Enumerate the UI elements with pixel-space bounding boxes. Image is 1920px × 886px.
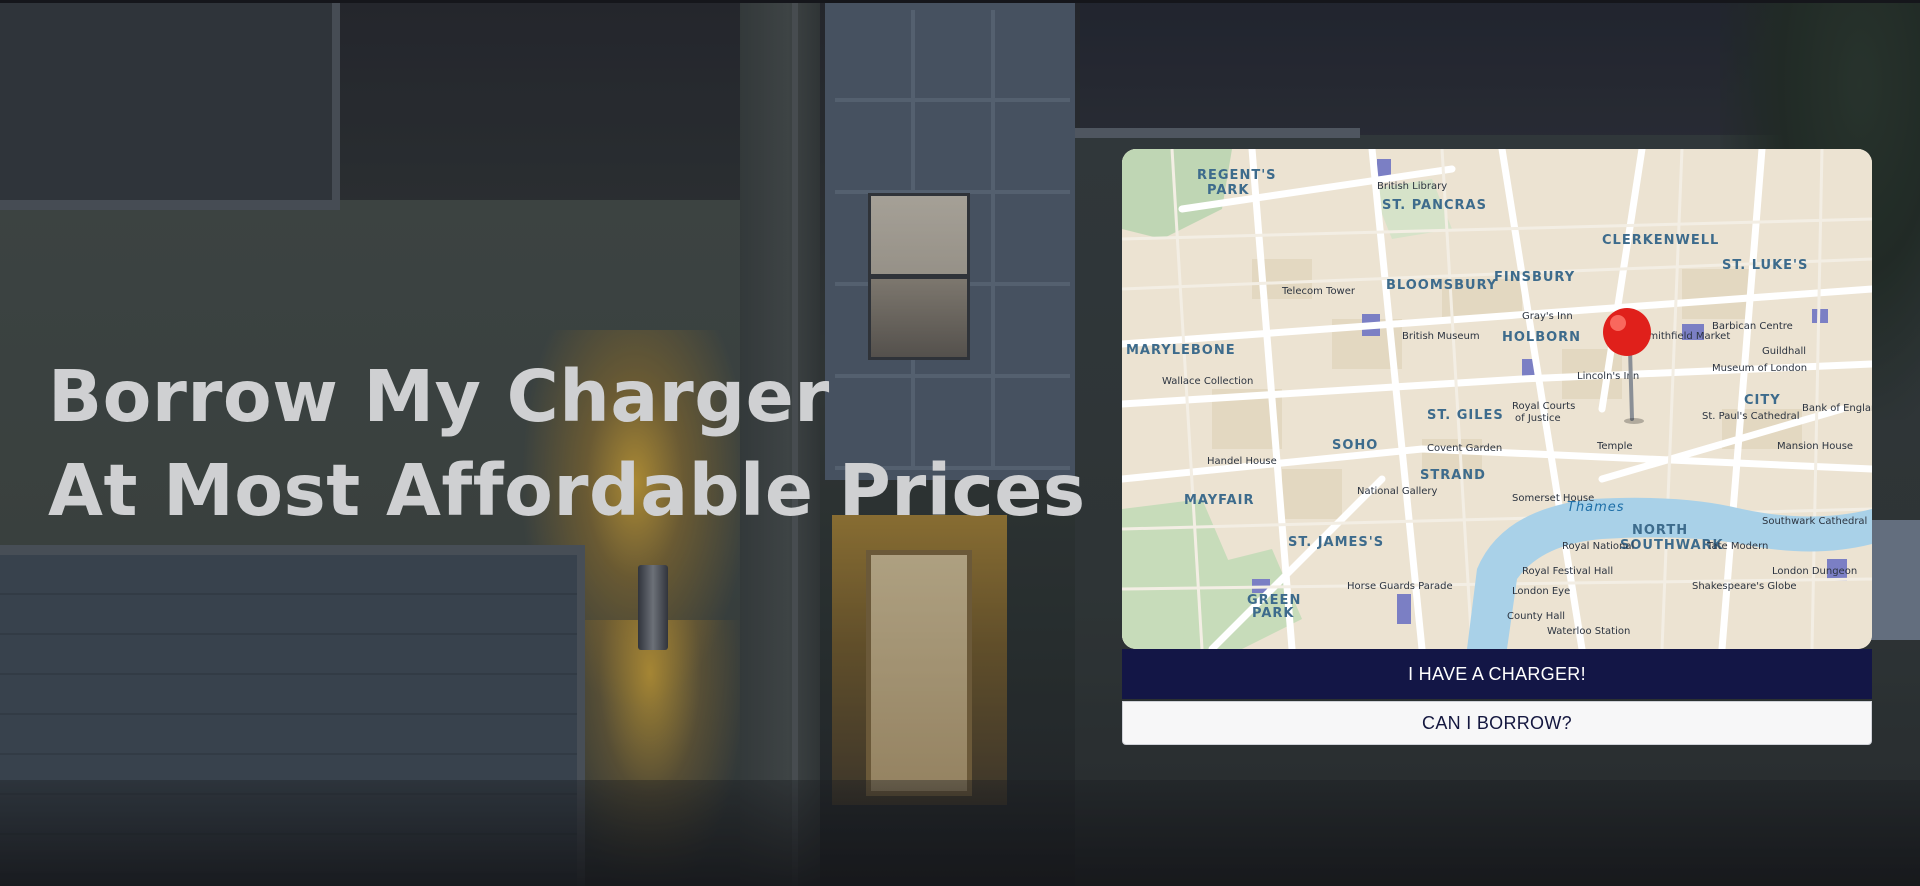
svg-text:ST. LUKE'S: ST. LUKE'S [1722, 258, 1808, 273]
svg-text:British Museum: British Museum [1402, 331, 1480, 342]
svg-text:NORTH: NORTH [1632, 523, 1688, 538]
svg-text:Somerset House: Somerset House [1512, 493, 1594, 504]
svg-text:Handel House: Handel House [1207, 456, 1277, 467]
svg-text:Temple: Temple [1596, 441, 1633, 452]
svg-text:Guildhall: Guildhall [1762, 346, 1806, 357]
svg-text:Smithfield Market: Smithfield Market [1642, 331, 1730, 342]
svg-text:Southwark Cathedral: Southwark Cathedral [1762, 516, 1867, 527]
svg-text:CLERKENWELL: CLERKENWELL [1602, 233, 1719, 248]
svg-text:of Justice: of Justice [1515, 413, 1561, 424]
map-illustration: REGENT'S PARK ST. PANCRAS CLERKENWELL ST… [1122, 149, 1872, 649]
svg-text:Royal Festival Hall: Royal Festival Hall [1522, 566, 1613, 577]
svg-text:PARK: PARK [1252, 606, 1294, 621]
svg-text:Gray's Inn: Gray's Inn [1522, 311, 1573, 322]
svg-text:Telecom Tower: Telecom Tower [1281, 286, 1356, 297]
svg-text:STRAND: STRAND [1420, 468, 1486, 483]
svg-text:London Dungeon: London Dungeon [1772, 566, 1857, 577]
london-map-image: REGENT'S PARK ST. PANCRAS CLERKENWELL ST… [1122, 149, 1872, 649]
can-borrow-button[interactable]: CAN I BORROW? [1122, 701, 1872, 745]
svg-text:MAYFAIR: MAYFAIR [1184, 493, 1254, 508]
svg-text:British Library: British Library [1377, 181, 1447, 192]
headline-line-1: Borrow My Charger [48, 355, 830, 438]
svg-text:CITY: CITY [1744, 393, 1781, 408]
svg-text:FINSBURY: FINSBURY [1494, 270, 1575, 285]
svg-text:Horse Guards Parade: Horse Guards Parade [1347, 581, 1453, 592]
have-charger-button[interactable]: I HAVE A CHARGER! [1122, 649, 1872, 699]
svg-text:Royal National: Royal National [1562, 541, 1634, 552]
svg-text:County Hall: County Hall [1507, 611, 1565, 622]
svg-text:Waterloo Station: Waterloo Station [1547, 626, 1630, 637]
svg-text:Royal Courts: Royal Courts [1512, 401, 1575, 412]
svg-text:Covent Garden: Covent Garden [1427, 443, 1502, 454]
svg-text:HOLBORN: HOLBORN [1502, 330, 1581, 345]
hero-section: Borrow My Charger At Most Affordable Pri… [0, 0, 1920, 886]
svg-text:London Eye: London Eye [1512, 586, 1570, 597]
headline-line-2: At Most Affordable Prices [48, 449, 1086, 532]
hero-headline: Borrow My Charger At Most Affordable Pri… [48, 350, 1086, 538]
map-card: REGENT'S PARK ST. PANCRAS CLERKENWELL ST… [1122, 149, 1872, 749]
svg-text:REGENT'S: REGENT'S [1197, 168, 1277, 183]
svg-text:ST. PANCRAS: ST. PANCRAS [1382, 198, 1487, 213]
svg-text:ST. JAMES'S: ST. JAMES'S [1288, 535, 1384, 550]
svg-text:ST. GILES: ST. GILES [1427, 408, 1504, 423]
svg-text:PARK: PARK [1207, 183, 1249, 198]
svg-text:Shakespeare's Globe: Shakespeare's Globe [1692, 581, 1797, 592]
svg-text:SOHO: SOHO [1332, 438, 1378, 453]
svg-text:BLOOMSBURY: BLOOMSBURY [1386, 278, 1497, 293]
svg-text:Museum of London: Museum of London [1712, 363, 1807, 374]
svg-text:Mansion House: Mansion House [1777, 441, 1853, 452]
svg-text:Barbican Centre: Barbican Centre [1712, 321, 1793, 332]
svg-text:National Gallery: National Gallery [1357, 486, 1438, 497]
svg-text:St. Paul's Cathedral: St. Paul's Cathedral [1702, 411, 1799, 422]
svg-text:Wallace Collection: Wallace Collection [1162, 376, 1253, 387]
svg-text:MARYLEBONE: MARYLEBONE [1126, 343, 1236, 358]
svg-text:Tate Modern: Tate Modern [1706, 541, 1768, 552]
svg-text:Bank of England: Bank of England [1802, 403, 1872, 414]
